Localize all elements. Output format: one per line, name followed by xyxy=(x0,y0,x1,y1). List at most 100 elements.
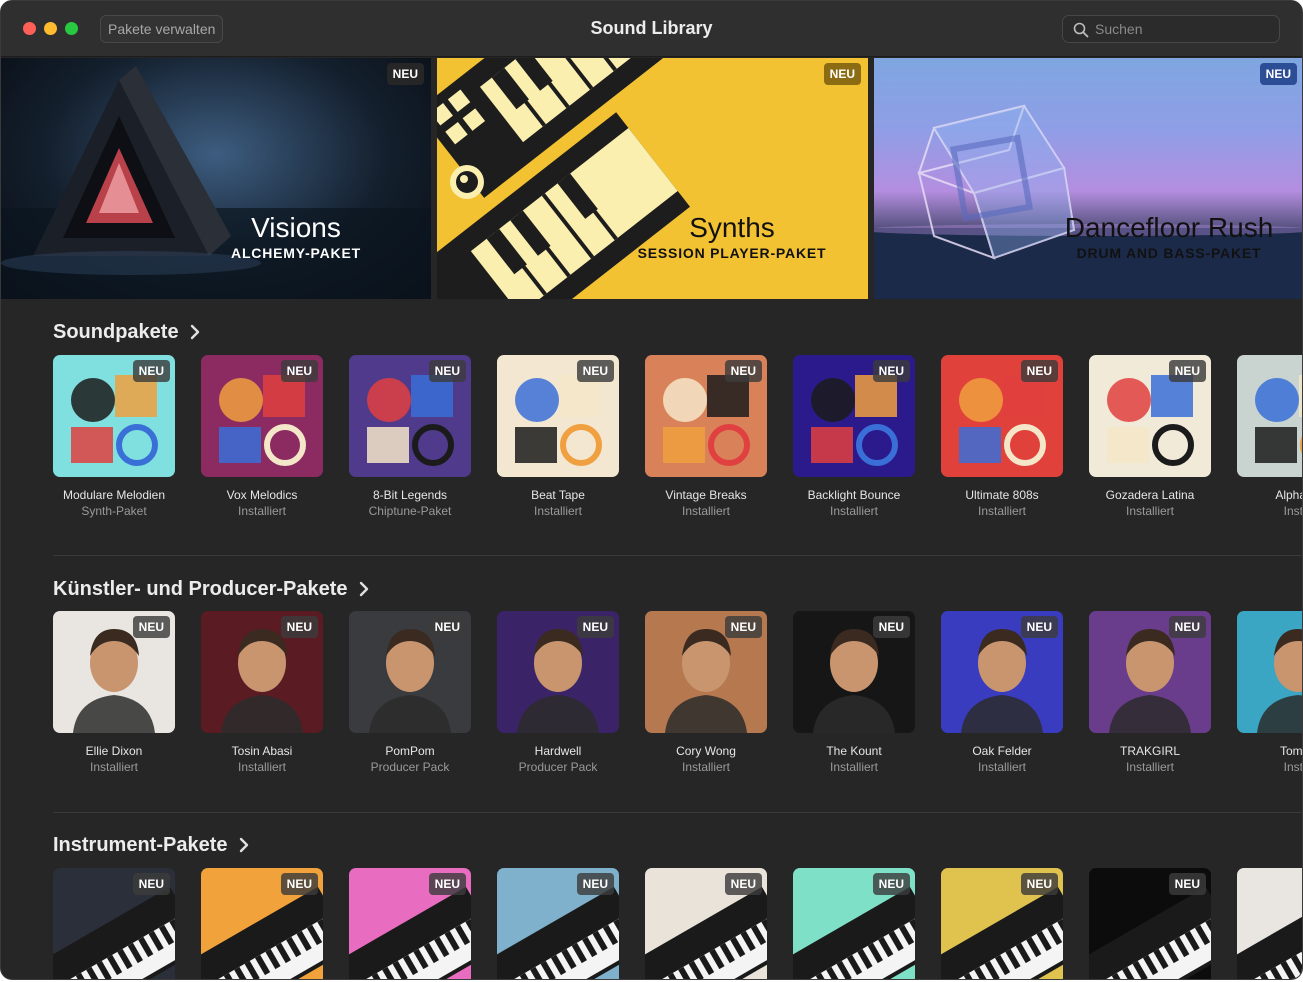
pack-status: Installiert xyxy=(237,504,287,518)
pack-tile[interactable]: NEU xyxy=(793,355,915,477)
search-input[interactable] xyxy=(1095,18,1275,40)
new-badge: NEU xyxy=(1168,616,1206,638)
new-badge: NEU xyxy=(1259,63,1297,85)
pack-tile[interactable]: NEU xyxy=(645,868,767,979)
pack-tile[interactable]: NEU xyxy=(201,355,323,477)
pack-tile[interactable]: NEU xyxy=(349,868,471,979)
banner-title: Visions xyxy=(251,212,341,243)
pack-name[interactable]: Alpha W xyxy=(1237,487,1302,503)
new-badge: NEU xyxy=(1168,360,1206,382)
pack-status: Chiptune-Paket xyxy=(368,504,452,518)
new-badge: NEU xyxy=(576,360,614,382)
section-soundpakete-header[interactable]: Soundpakete xyxy=(53,319,201,345)
pack-status: Installiert xyxy=(977,760,1027,774)
pack-tile[interactable] xyxy=(1237,868,1302,979)
pack-name[interactable]: Cory Wong xyxy=(645,743,767,759)
pack-tile[interactable]: NEU xyxy=(349,355,471,477)
new-badge: NEU xyxy=(872,873,910,895)
new-badge: NEU xyxy=(280,616,318,638)
pack-name[interactable]: Hardwell xyxy=(497,743,619,759)
pack-tile[interactable]: NEU xyxy=(1089,868,1211,979)
pack-name[interactable]: Backlight Bounce xyxy=(793,487,915,503)
pack-name[interactable]: TRAKGIRL xyxy=(1089,743,1211,759)
pack-name[interactable]: Vox Melodics xyxy=(201,487,323,503)
pack-tile[interactable]: NEU xyxy=(1089,611,1211,733)
new-badge: NEU xyxy=(724,360,762,382)
banner-dancefloor-text: Dancefloor Rush DRUM AND BASS-PAKET xyxy=(1054,212,1284,261)
section-instrument-packs-header[interactable]: Instrument-Pakete xyxy=(53,832,250,858)
pack-tile[interactable]: NEU xyxy=(1089,355,1211,477)
tile-artwork xyxy=(1237,868,1302,979)
new-badge: NEU xyxy=(724,873,762,895)
new-badge: NEU xyxy=(872,616,910,638)
pack-caption: Hardwell Producer Pack xyxy=(497,743,619,776)
pack-caption: Backlight Bounce Installiert xyxy=(793,487,915,520)
new-badge: NEU xyxy=(823,63,861,85)
pack-tile[interactable]: NEU xyxy=(53,868,175,979)
pack-status: Installiert xyxy=(681,504,731,518)
pack-name[interactable]: Tom M xyxy=(1237,743,1302,759)
pack-caption: TRAKGIRL Installiert xyxy=(1089,743,1211,776)
section-artist-packs-header[interactable]: Künstler- und Producer-Pakete xyxy=(53,576,370,602)
pack-name[interactable]: Modulare Melodien xyxy=(53,487,175,503)
pack-tile[interactable]: NEU xyxy=(645,611,767,733)
tile-artwork xyxy=(1237,355,1302,477)
pack-tile[interactable]: NEU xyxy=(941,611,1063,733)
banner-dancefloor-rush[interactable]: Dancefloor Rush DRUM AND BASS-PAKET NEU xyxy=(874,58,1302,299)
banner-title: Synths xyxy=(689,212,775,243)
banner-synths[interactable]: Synths SESSION PLAYER-PAKET NEU xyxy=(437,58,868,299)
pack-name[interactable]: PomPom xyxy=(349,743,471,759)
pack-tile[interactable]: NEU xyxy=(497,355,619,477)
pack-caption: Tom MInstal xyxy=(1237,743,1302,776)
pack-tile[interactable] xyxy=(1237,355,1302,477)
pack-status: Installiert xyxy=(89,760,139,774)
pack-caption: 8-Bit Legends Chiptune-Paket xyxy=(349,487,471,520)
new-badge: NEU xyxy=(280,360,318,382)
pack-caption: Ellie Dixon Installiert xyxy=(53,743,175,776)
new-badge: NEU xyxy=(576,616,614,638)
pack-status: Producer Pack xyxy=(518,760,598,774)
pack-name[interactable]: Tosin Abasi xyxy=(201,743,323,759)
pack-caption: The Kount Installiert xyxy=(793,743,915,776)
pack-caption: Gozadera Latina Installiert xyxy=(1089,487,1211,520)
new-badge: NEU xyxy=(576,873,614,895)
banner-title: Dancefloor Rush xyxy=(1064,212,1274,243)
banner-subtitle: DRUM AND BASS-PAKET xyxy=(1076,245,1262,261)
pack-status: Installiert xyxy=(1125,504,1175,518)
search-field[interactable] xyxy=(1062,15,1280,43)
pack-name[interactable]: Ellie Dixon xyxy=(53,743,175,759)
pack-tile[interactable]: NEU xyxy=(793,611,915,733)
synths-artwork xyxy=(437,58,721,299)
pack-name[interactable]: Beat Tape xyxy=(497,487,619,503)
pack-name[interactable]: 8-Bit Legends xyxy=(349,487,471,503)
pack-tile[interactable]: NEU xyxy=(941,868,1063,979)
pack-status: Synth-Paket xyxy=(81,504,147,518)
pack-name[interactable]: Gozadera Latina xyxy=(1089,487,1211,503)
pack-tile[interactable]: NEU xyxy=(645,355,767,477)
chevron-right-icon xyxy=(239,837,248,853)
pack-caption: Cory Wong Installiert xyxy=(645,743,767,776)
pack-name[interactable]: Oak Felder xyxy=(941,743,1063,759)
new-badge: NEU xyxy=(132,616,170,638)
pack-tile[interactable]: NEU xyxy=(793,868,915,979)
banner-subtitle: ALCHEMY-PAKET xyxy=(231,245,361,261)
pack-tile[interactable]: NEU xyxy=(53,355,175,477)
pack-status: Installiert xyxy=(681,760,731,774)
pack-tile[interactable] xyxy=(1237,611,1302,733)
pack-name[interactable]: The Kount xyxy=(793,743,915,759)
pack-tile[interactable]: NEU xyxy=(201,868,323,979)
pack-tile[interactable]: NEU xyxy=(941,355,1063,477)
pack-tile[interactable]: NEU xyxy=(497,868,619,979)
pack-caption: Vintage Breaks Installiert xyxy=(645,487,767,520)
pack-tile[interactable]: NEU xyxy=(497,611,619,733)
pack-tile[interactable]: NEU xyxy=(349,611,471,733)
pack-tile[interactable]: NEU xyxy=(201,611,323,733)
new-badge: NEU xyxy=(428,616,466,638)
pack-name[interactable]: Vintage Breaks xyxy=(645,487,767,503)
pack-caption: PomPom Producer Pack xyxy=(349,743,471,776)
pack-caption: Vox Melodics Installiert xyxy=(201,487,323,520)
pack-name[interactable]: Ultimate 808s xyxy=(941,487,1063,503)
new-badge: NEU xyxy=(280,873,318,895)
banner-visions[interactable]: Visions ALCHEMY-PAKET NEU xyxy=(1,58,431,299)
pack-tile[interactable]: NEU xyxy=(53,611,175,733)
